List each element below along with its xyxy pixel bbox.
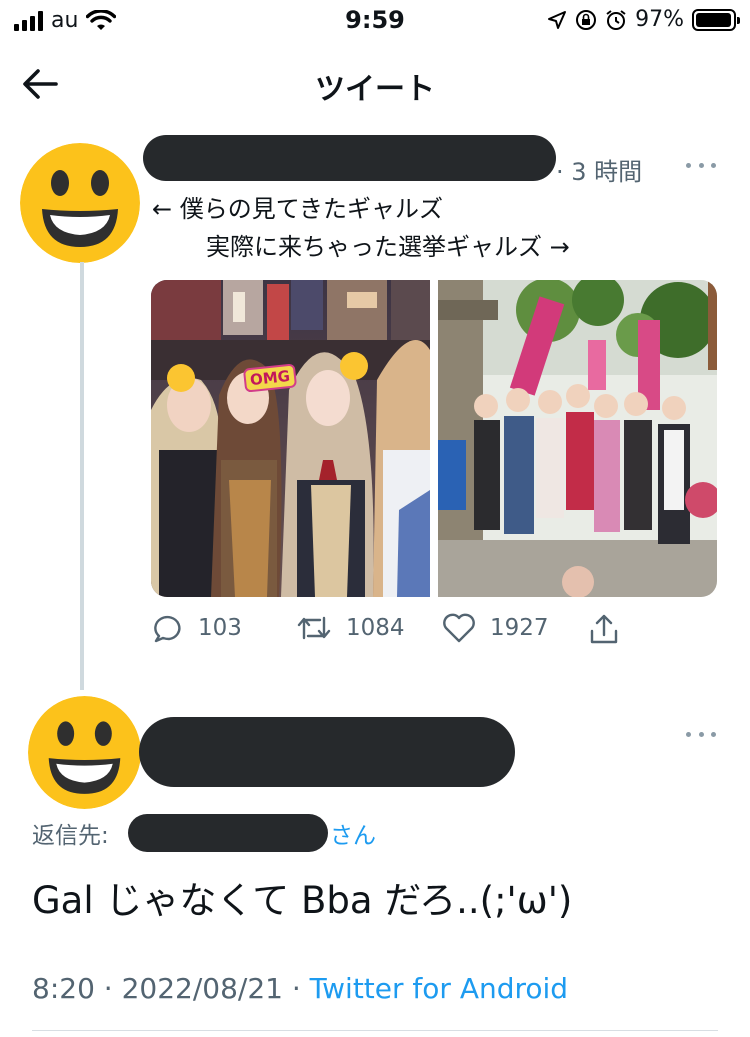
tweet-meta: 8:20 · 2022/08/21 · Twitter for Android [32, 972, 568, 1005]
avatar-smiley-icon[interactable] [20, 143, 140, 263]
tweet-text-line1: ← 僕らの見てきたギャルズ [152, 195, 444, 223]
gals-street-photo [151, 280, 430, 597]
status-bar: au 9:59 97% [0, 0, 750, 42]
page-title: ツイート [315, 72, 435, 107]
location-arrow-icon [548, 10, 567, 29]
retweet-icon [297, 616, 331, 640]
campaign-group-photo [438, 280, 717, 597]
reply-to-label: 返信先: [32, 823, 109, 849]
redacted-username [143, 135, 556, 181]
avatar-smiley-icon[interactable] [28, 696, 141, 809]
retweet-count: 1084 [346, 615, 405, 641]
battery-level [696, 12, 731, 27]
orientation-lock-icon [576, 9, 597, 30]
reply-icon [154, 615, 181, 643]
tweet-timestamp: 8:20 · 2022/08/21 · [32, 972, 301, 1005]
tweet-photo-2[interactable] [438, 280, 717, 597]
tweet-time-ago: · 3 時間 [556, 158, 643, 186]
reply-to: 返信先: さん [32, 814, 376, 852]
battery-icon [692, 8, 740, 31]
redacted-display-name [139, 717, 515, 787]
divider [32, 1030, 718, 1031]
tweet-photo-1[interactable]: OMG [151, 280, 430, 597]
status-right: 97% [547, 7, 740, 32]
reply-text: Gal じゃなくて Bba だろ..(;'ω') [32, 879, 573, 922]
thread-line [80, 262, 84, 690]
reply-to-suffix[interactable]: さん [330, 816, 376, 850]
tweet-source-link[interactable]: Twitter for Android [310, 972, 568, 1005]
reply-count: 103 [198, 615, 242, 641]
like-count: 1927 [490, 615, 549, 641]
tweet-text-line2: 実際に来ちゃった選挙ギャルズ → [206, 233, 570, 261]
retweet-action[interactable]: 1084 [296, 612, 405, 644]
share-icon [590, 614, 618, 644]
more-options-icon[interactable] [686, 160, 716, 170]
share-action[interactable] [588, 612, 620, 646]
like-action[interactable]: 1927 [442, 612, 549, 644]
page-header: ツイート [0, 50, 750, 116]
reply-action[interactable]: 103 [152, 612, 242, 644]
more-options-icon[interactable] [686, 729, 716, 739]
tweet-text: ← 僕らの見てきたギャルズ 実際に来ちゃった選挙ギャルズ → [152, 190, 570, 266]
tweet-actions: 103 1084 1927 [152, 612, 632, 652]
redacted-reply-handle[interactable] [128, 814, 328, 852]
heart-icon [443, 613, 475, 643]
alarm-icon [606, 9, 626, 30]
tweet-media: OMG [151, 280, 717, 597]
battery-percent: 97% [635, 7, 684, 32]
